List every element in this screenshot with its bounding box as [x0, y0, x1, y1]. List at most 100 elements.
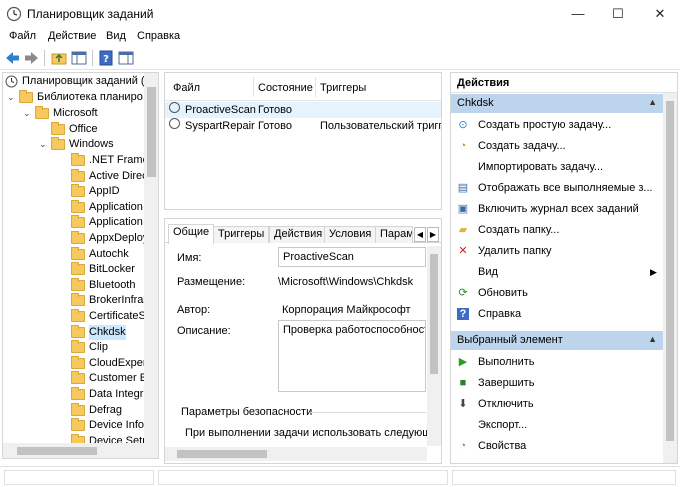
tree-item-label: Application [89, 200, 143, 213]
enable-history-icon: ▣ [457, 203, 469, 215]
tab-scroll-right-icon[interactable]: ▶ [427, 227, 439, 242]
task-list: Файл Состояние Триггеры ProactiveScan Го… [164, 72, 442, 210]
tab-general[interactable]: Общие [168, 224, 215, 244]
create-task-icon: ◔ [459, 140, 467, 152]
tab-settings[interactable]: Парам [375, 226, 413, 243]
action-label: Создать папку... [478, 224, 560, 236]
task-scheduler-clock-icon [5, 75, 18, 88]
action-item[interactable]: Вид ▶ [451, 262, 663, 282]
chevron-down-icon[interactable]: ⌄ [7, 90, 15, 105]
action-pane-icon[interactable] [118, 50, 135, 66]
disable-icon: ⬇ [458, 398, 468, 410]
security-text: При выполнении задачи использовать следу… [185, 427, 437, 439]
task-scheduler-clock-icon [6, 6, 22, 22]
action-item[interactable]: ⊙ Создать простую задачу... [451, 115, 663, 135]
folder-icon [71, 199, 85, 213]
status-cell [4, 470, 154, 485]
tree-item-label: Active Direc [89, 169, 148, 182]
scrollbar-thumb[interactable] [17, 447, 97, 455]
description-field[interactable]: Проверка работоспособност [278, 320, 426, 392]
tree-item-label: Microsoft [53, 107, 98, 119]
show-hide-console-tree-icon[interactable] [71, 50, 88, 66]
action-item[interactable]: ◔ Создать задачу... [451, 136, 663, 156]
actions-title: Действия [451, 73, 677, 93]
collapse-up-icon[interactable]: ▲ [648, 97, 657, 107]
folder-icon [71, 246, 85, 260]
action-item[interactable]: ◔ Свойства [451, 436, 663, 456]
name-field[interactable]: ProactiveScan [278, 247, 426, 267]
console-tree[interactable]: Планировщик заданий ( ⌄ Библиотека плани… [2, 72, 159, 459]
column-header-status[interactable]: Состояние [258, 82, 313, 94]
action-label: Свойства [478, 440, 527, 452]
tree-horizontal-scrollbar[interactable] [3, 443, 158, 458]
collapse-up-icon[interactable]: ▲ [648, 334, 657, 344]
up-folder-icon[interactable] [51, 50, 68, 66]
action-label: Завершить [478, 377, 535, 389]
author-value: Корпорация Майкрософт [282, 304, 411, 316]
scrollbar-thumb[interactable] [430, 254, 438, 374]
menu-view[interactable]: Вид [106, 30, 126, 42]
folder-icon [71, 277, 85, 291]
tree-item-label: Библиотека планиро [37, 91, 143, 103]
close-button[interactable]: ✕ [640, 0, 680, 28]
actions-vertical-scrollbar[interactable] [663, 93, 677, 463]
action-item[interactable]: ▰ Создать папку... [451, 220, 663, 240]
new-folder-icon: ▰ [458, 224, 468, 236]
action-item[interactable]: Импортировать задачу... [451, 157, 663, 177]
details-horizontal-scrollbar[interactable] [165, 447, 427, 461]
action-item[interactable]: ⬇ Отключить [451, 394, 663, 414]
action-item[interactable]: ⟳ Обновить [451, 283, 663, 303]
tree-item-label: CertificateS [89, 310, 146, 322]
maximize-button[interactable]: ☐ [598, 0, 638, 28]
name-label: Имя: [177, 252, 202, 264]
tree-item-label: Application [89, 216, 143, 229]
action-item[interactable]: ■ Завершить [451, 373, 663, 393]
menu-help[interactable]: Справка [137, 30, 180, 42]
tree-item-label: CloudExper [89, 356, 147, 369]
forward-arrow-icon[interactable] [23, 50, 40, 66]
folder-icon [71, 215, 85, 229]
minimize-button[interactable]: — [558, 0, 598, 28]
actions-section-folder[interactable]: Chkdsk ▲ [451, 94, 663, 113]
scrollbar-thumb[interactable] [147, 87, 156, 177]
security-group-title: Параметры безопасности [181, 406, 313, 418]
action-item[interactable]: ? Справка [451, 304, 663, 324]
task-row[interactable]: ProactiveScan Готово [165, 102, 441, 118]
tab-conditions[interactable]: Условия [324, 226, 377, 243]
tree-vertical-scrollbar[interactable] [144, 73, 158, 443]
column-header-file[interactable]: Файл [173, 82, 200, 94]
scrollbar-thumb[interactable] [177, 450, 267, 458]
action-item[interactable]: ▣ Включить журнал всех заданий [451, 199, 663, 219]
menu-file[interactable]: Файл [9, 30, 36, 42]
task-row[interactable]: SyspartRepair Готово Пользовательский тр… [165, 118, 441, 134]
details-vertical-scrollbar[interactable] [427, 246, 441, 446]
folder-icon [71, 293, 85, 307]
action-item[interactable]: Экспорт... [451, 415, 663, 435]
column-divider[interactable] [315, 77, 316, 97]
actions-section-selected-item[interactable]: Выбранный элемент ▲ [451, 331, 663, 350]
action-item[interactable]: ▤ Отображать все выполняемые з... [451, 178, 663, 198]
tree-item-label: Autochk [89, 247, 129, 260]
tree-item-label: Customer E [89, 372, 148, 385]
tab-actions[interactable]: Действия [269, 226, 328, 243]
author-label: Автор: [177, 304, 211, 316]
chevron-down-icon[interactable]: ⌄ [39, 137, 47, 152]
action-label: Отключить [478, 398, 534, 410]
tab-scroll-left-icon[interactable]: ◀ [414, 227, 426, 242]
action-item[interactable]: ✕ Удалить папку [451, 241, 663, 261]
folder-icon [71, 355, 85, 369]
action-item[interactable]: ▶ Выполнить [451, 352, 663, 372]
chevron-down-icon[interactable]: ⌄ [23, 106, 31, 121]
status-cell [158, 470, 448, 485]
back-arrow-icon[interactable] [4, 50, 21, 66]
column-divider[interactable] [253, 77, 254, 97]
toolbar-separator [92, 50, 93, 66]
end-icon: ■ [459, 377, 467, 389]
location-value: \Microsoft\Windows\Chkdsk [278, 276, 414, 288]
scrollbar-thumb[interactable] [666, 101, 674, 441]
tab-triggers[interactable]: Триггеры [213, 226, 270, 243]
status-cell [452, 470, 676, 485]
help-icon[interactable]: ? [98, 50, 115, 66]
column-header-triggers[interactable]: Триггеры [320, 82, 366, 94]
menu-action[interactable]: Действие [48, 30, 96, 42]
